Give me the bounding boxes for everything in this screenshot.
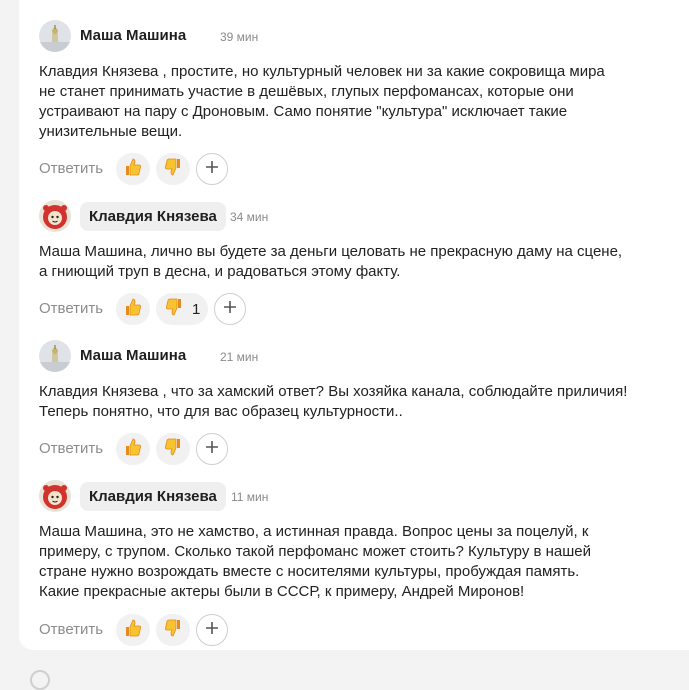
- thumbs-up-icon: [123, 157, 143, 182]
- reply-button[interactable]: Ответить: [39, 621, 103, 638]
- comment: Маша Машина 21 мин Клавдия Князева , что…: [39, 340, 679, 465]
- thumbs-down-icon: [163, 437, 183, 462]
- dislike-count: 1: [192, 300, 201, 318]
- avatar[interactable]: [39, 20, 71, 52]
- comment-line: примеру, с трупом. Сколько такой перфома…: [39, 543, 592, 560]
- comment-line: унизительные вещи.: [39, 123, 183, 140]
- comment-text: Маша Машина, это не хамство, а истинная …: [39, 522, 669, 602]
- comment-line: Теперь понятно, что для вас образец куль…: [39, 403, 403, 420]
- comment-line: не станет принимать участие в дешёвых, г…: [39, 83, 574, 100]
- comment-header: Клавдия Князева 34 мин: [39, 200, 679, 236]
- comment-text: Клавдия Князева , что за хамский ответ? …: [39, 382, 669, 422]
- comment-line: стране нужно возрождать вместе с носител…: [39, 563, 580, 580]
- thumbs-up-icon: [123, 618, 143, 643]
- dislike-button[interactable]: 1: [156, 293, 208, 325]
- add-reaction-button[interactable]: [214, 293, 246, 325]
- avatar[interactable]: [39, 340, 71, 372]
- comment-line: Клавдия Князева , простите, но культурны…: [39, 63, 605, 80]
- comment-line: Маша Машина, лично вы будете за деньги ц…: [39, 243, 623, 260]
- comment-header: Маша Машина 39 мин: [39, 20, 679, 56]
- dislike-button[interactable]: [156, 614, 190, 646]
- comment-time: 34 мин: [230, 210, 269, 224]
- like-button[interactable]: [116, 433, 150, 465]
- comment-line: Клавдия Князева , что за хамский ответ? …: [39, 383, 628, 400]
- thumbs-down-icon: [163, 157, 183, 182]
- comment: Маша Машина 39 мин Клавдия Князева , про…: [39, 20, 679, 185]
- plus-icon: [205, 160, 219, 179]
- add-reaction-button[interactable]: [196, 433, 228, 465]
- plus-icon: [205, 440, 219, 459]
- add-reaction-button[interactable]: [196, 153, 228, 185]
- comment-line: Какие прекрасные актеры были в СССР, к п…: [39, 583, 525, 600]
- loading-spinner-icon: [30, 670, 50, 690]
- comments-panel: Маша Машина 39 мин Клавдия Князева , про…: [19, 0, 689, 650]
- comment-time: 21 мин: [220, 350, 259, 364]
- comment-line: устраивают на пару с Дроновым. Само поня…: [39, 103, 568, 120]
- comment-line: а гниющий труп в десна, и радоваться это…: [39, 263, 401, 280]
- comment-author[interactable]: Клавдия Князева: [80, 482, 226, 511]
- add-reaction-button[interactable]: [196, 614, 228, 646]
- thumbs-up-icon: [123, 297, 143, 322]
- comment-header: Клавдия Князева 11 мин: [39, 480, 679, 516]
- dislike-button[interactable]: [156, 153, 190, 185]
- thumbs-down-icon: [164, 297, 184, 322]
- comment-author[interactable]: Маша Машина: [80, 347, 186, 364]
- reply-button[interactable]: Ответить: [39, 440, 103, 457]
- comment-time: 11 мин: [231, 490, 269, 504]
- avatar[interactable]: [39, 200, 71, 232]
- comment-text: Клавдия Князева , простите, но культурны…: [39, 62, 669, 142]
- comment-line: Маша Машина, это не хамство, а истинная …: [39, 523, 589, 540]
- like-button[interactable]: [116, 293, 150, 325]
- comment-header: Маша Машина 21 мин: [39, 340, 679, 376]
- avatar[interactable]: [39, 480, 71, 512]
- comment-author[interactable]: Клавдия Князева: [80, 202, 226, 231]
- like-button[interactable]: [116, 614, 150, 646]
- comment-text: Маша Машина, лично вы будете за деньги ц…: [39, 242, 669, 282]
- reply-button[interactable]: Ответить: [39, 300, 103, 317]
- comment: Клавдия Князева 34 мин Маша Машина, личн…: [39, 200, 679, 325]
- comment-author[interactable]: Маша Машина: [80, 27, 186, 44]
- plus-icon: [223, 300, 237, 319]
- plus-icon: [205, 621, 219, 640]
- reply-button[interactable]: Ответить: [39, 160, 103, 177]
- dislike-button[interactable]: [156, 433, 190, 465]
- comment-time: 39 мин: [220, 30, 259, 44]
- thumbs-up-icon: [123, 437, 143, 462]
- like-button[interactable]: [116, 153, 150, 185]
- thumbs-down-icon: [163, 618, 183, 643]
- comment: Клавдия Князева 11 мин Маша Машина, это …: [39, 480, 679, 646]
